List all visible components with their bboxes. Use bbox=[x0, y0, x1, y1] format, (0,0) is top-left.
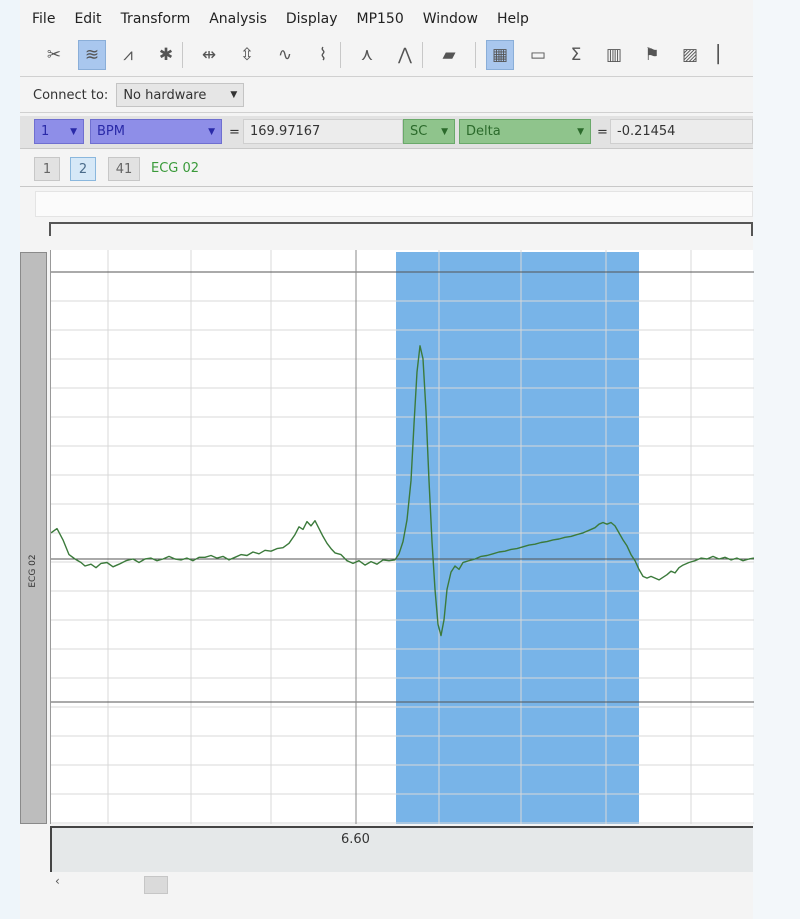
measurement-1-channel: 1 bbox=[41, 124, 50, 139]
sum-icon[interactable]: Σ bbox=[562, 40, 590, 70]
waveform-plot[interactable] bbox=[50, 250, 754, 824]
grid-icon[interactable]: ▦ bbox=[486, 40, 514, 70]
adjust-baseline-icon[interactable]: ⌇ bbox=[309, 40, 337, 70]
zoom-tool-icon[interactable]: ≋ bbox=[78, 40, 106, 70]
menu-display[interactable]: Display bbox=[286, 11, 338, 27]
chevron-down-icon: ▼ bbox=[577, 126, 584, 137]
measurement-2-value: -0.21454 bbox=[610, 119, 753, 144]
channel-button-1[interactable]: 1 bbox=[34, 157, 60, 181]
more-icon[interactable]: ▏ bbox=[710, 40, 738, 70]
measurement-1-value: 169.97167 bbox=[243, 119, 403, 144]
menu-help[interactable]: Help bbox=[497, 11, 529, 27]
measurement-1-type: BPM bbox=[97, 124, 125, 139]
toolbar-separator bbox=[182, 42, 183, 68]
toolbar-separator bbox=[340, 42, 341, 68]
hardware-select-value: No hardware bbox=[123, 87, 207, 103]
plot-frame-top bbox=[49, 222, 753, 236]
chevron-down-icon: ▼ bbox=[230, 90, 238, 100]
find-peak-icon[interactable]: ⋏ bbox=[353, 40, 381, 70]
toolbar-separator bbox=[475, 42, 476, 68]
waveform-svg bbox=[51, 250, 754, 824]
chevron-down-icon: ▼ bbox=[208, 126, 215, 137]
menu-analysis[interactable]: Analysis bbox=[209, 11, 267, 27]
desktop-right-margin bbox=[753, 0, 800, 919]
measurement-1-type-select[interactable]: BPM ▼ bbox=[90, 119, 222, 144]
overlap-tool-icon[interactable]: ⩘ bbox=[114, 40, 142, 70]
hardware-select[interactable]: No hardware ▼ bbox=[116, 83, 245, 107]
menu-window[interactable]: Window bbox=[423, 11, 478, 27]
find-all-peaks-icon[interactable]: ⋀ bbox=[391, 40, 419, 70]
connect-row: Connect to: No hardware ▼ bbox=[20, 78, 753, 113]
measurement-row: 1 ▼ BPM ▼ = 169.97167 SC ▼ Delta ▼ = -0.… bbox=[20, 116, 753, 149]
horizontal-scrollbar[interactable]: ‹ bbox=[50, 872, 753, 894]
arrow-tool-icon[interactable]: ✂ bbox=[40, 40, 68, 70]
measurement-1-channel-select[interactable]: 1 ▼ bbox=[34, 119, 84, 144]
toolbar-separator bbox=[422, 42, 423, 68]
journal-icon[interactable]: ▥ bbox=[600, 40, 628, 70]
flag-icon[interactable]: ⚑ bbox=[638, 40, 666, 70]
open-folder-icon[interactable]: ▰ bbox=[435, 40, 463, 70]
chevron-down-icon: ▼ bbox=[70, 126, 77, 137]
scroll-thumb[interactable] bbox=[144, 876, 168, 894]
time-axis: 6.60 bbox=[50, 826, 753, 872]
app-window: File Edit Transform Analysis Display MP1… bbox=[20, 0, 754, 919]
measurement-2-type: Delta bbox=[466, 124, 501, 139]
measurement-2-channel: SC bbox=[410, 124, 428, 139]
autoscale-vertical-icon[interactable]: ⇳ bbox=[233, 40, 261, 70]
menu-mp150[interactable]: MP150 bbox=[357, 11, 404, 27]
measurement-2-type-select[interactable]: Delta ▼ bbox=[459, 119, 591, 144]
menu-edit[interactable]: Edit bbox=[74, 11, 101, 27]
channel-row: 1 2 41 ECG 02 bbox=[20, 152, 753, 187]
time-axis-label: 6.60 bbox=[341, 832, 370, 847]
desktop-left-margin bbox=[0, 0, 20, 919]
waveform-tool-icon[interactable]: ∿ bbox=[271, 40, 299, 70]
connect-label: Connect to: bbox=[33, 87, 109, 103]
channel-name: ECG 02 bbox=[151, 161, 200, 176]
menu-bar: File Edit Transform Analysis Display MP1… bbox=[20, 4, 753, 34]
status-field bbox=[35, 191, 753, 217]
channel-label-bar[interactable]: ECG 02 bbox=[20, 252, 47, 824]
equals-sign: = bbox=[229, 125, 240, 140]
cursor-icon[interactable]: ▭ bbox=[524, 40, 552, 70]
channel-button-2[interactable]: 2 bbox=[70, 157, 96, 181]
equals-sign: = bbox=[597, 125, 608, 140]
measurement-2-channel-select[interactable]: SC ▼ bbox=[403, 119, 455, 144]
menu-transform[interactable]: Transform bbox=[121, 11, 191, 27]
menu-file[interactable]: File bbox=[32, 11, 55, 27]
chevron-down-icon: ▼ bbox=[441, 126, 448, 137]
channel-button-41[interactable]: 41 bbox=[108, 157, 140, 181]
channel-label: ECG 02 bbox=[28, 554, 38, 588]
marker-tool-icon[interactable]: ✱ bbox=[152, 40, 180, 70]
toolbar: ✂ ≋ ⩘ ✱ ⇹ ⇳ ∿ ⌇ ⋏ ⋀ ▰ ▦ ▭ Σ ▥ ⚑ ▨ ▏ bbox=[20, 36, 753, 77]
chart-icon[interactable]: ▨ bbox=[676, 40, 704, 70]
autoscale-horizontal-icon[interactable]: ⇹ bbox=[195, 40, 223, 70]
scroll-left-arrow-icon[interactable]: ‹ bbox=[55, 874, 60, 888]
